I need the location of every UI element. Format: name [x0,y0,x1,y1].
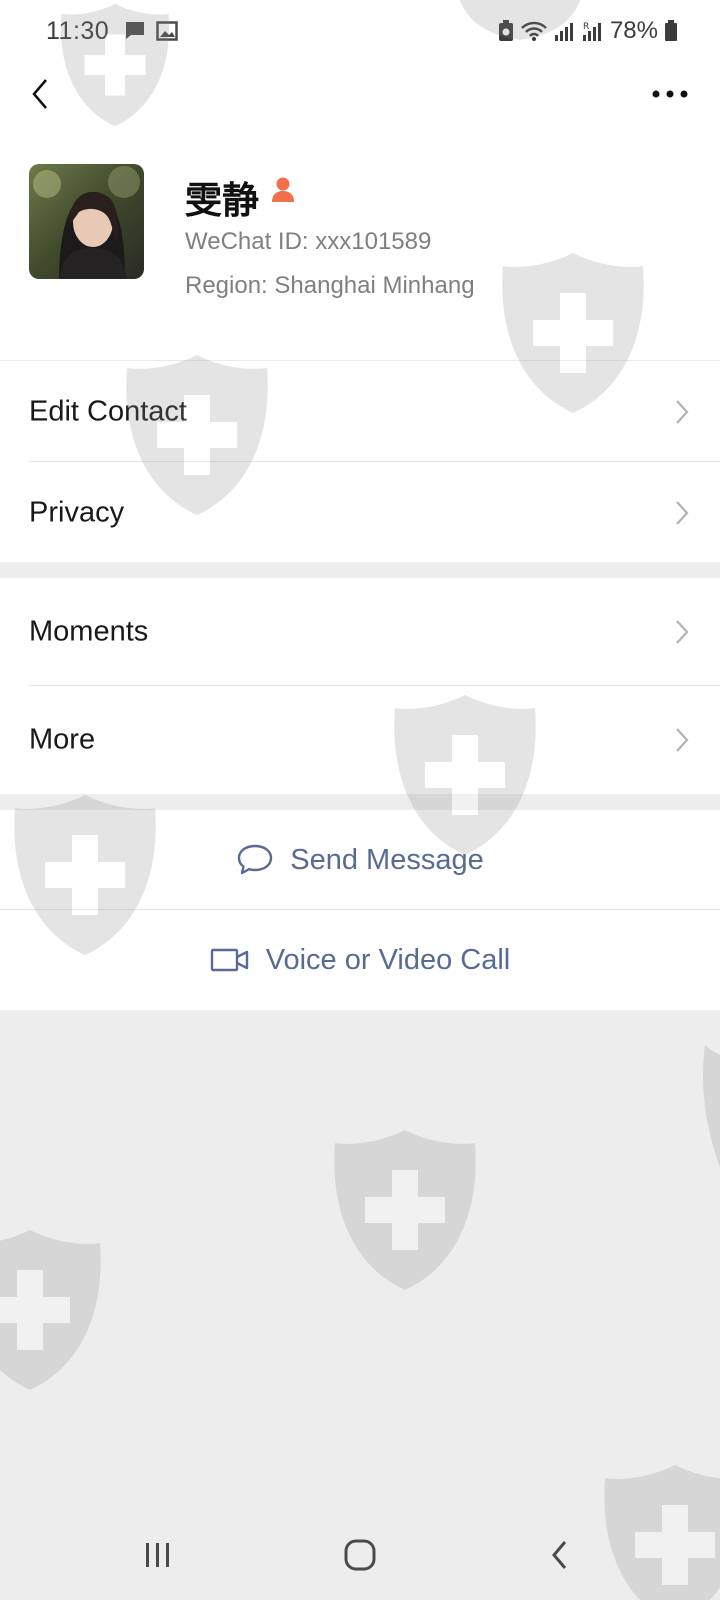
recent-apps-button[interactable] [128,1530,188,1580]
shield-watermark-icon [334,1130,476,1290]
home-button[interactable] [330,1530,390,1580]
chevron-right-icon [676,399,689,424]
row-label: More [29,723,96,756]
chat-bubble-icon [238,844,273,875]
chevron-right-icon [676,728,689,752]
roaming-signal-icon: R [582,22,601,41]
privacy-row[interactable]: Privacy [0,462,720,563]
send-message-label: Send Message [290,843,484,876]
row-label: Privacy [29,496,125,528]
message-notification-icon [126,22,144,39]
more-options-button[interactable] [646,76,694,112]
system-back-button[interactable] [530,1530,590,1580]
video-camera-icon [210,948,248,972]
voice-video-call-button[interactable]: Voice or Video Call [0,910,720,1010]
row-label: Moments [29,615,149,648]
status-time: 11:30 [46,17,110,45]
battery-percentage: 78% [609,17,658,44]
more-row[interactable]: More [0,686,720,794]
system-nav-bar [0,1510,720,1600]
wechat-id: WeChat ID: xxx101589 [185,228,432,255]
edit-contact-row[interactable]: Edit Contact [0,361,720,462]
status-bar: 11:30 R 78% [0,0,720,62]
contact-name: 雯静 [185,180,259,221]
battery-icon [665,20,677,41]
header [0,62,720,124]
shield-watermark-icon [0,1230,101,1390]
svg-text:R: R [583,22,589,32]
back-button[interactable] [22,74,62,114]
avatar[interactable] [29,164,144,279]
wifi-icon [521,21,547,41]
voice-video-call-label: Voice or Video Call [265,943,511,976]
battery-saver-icon [498,20,513,41]
shield-watermark-icon [702,1045,720,1168]
back-arrow-icon [552,1541,567,1569]
signal-icon [554,23,573,41]
menu-group-contact: Edit Contact Privacy [0,360,720,562]
menu-group-more: Moments More [0,578,720,794]
female-icon [272,177,294,202]
image-notification-icon [156,21,178,41]
send-message-button[interactable]: Send Message [0,810,720,910]
chevron-right-icon [676,500,689,525]
moments-row[interactable]: Moments [0,578,720,686]
recent-apps-icon [146,1543,169,1567]
chevron-left-icon [32,79,47,109]
home-icon [344,1539,376,1571]
more-dots-icon [652,90,688,98]
row-label: Edit Contact [29,395,187,427]
profile-card: 雯静 WeChat ID: xxx101589 Region: Shanghai… [0,124,720,360]
region: Region: Shanghai Minhang [185,272,475,299]
contact-actions: Send Message Voice or Video Call [0,810,720,1010]
chevron-right-icon [676,620,689,644]
